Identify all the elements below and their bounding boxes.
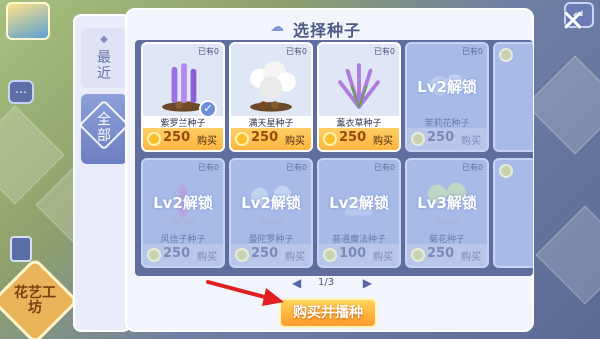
tab-recent[interactable]: ◆ 最近 [81,28,127,88]
price-bar: 250 购买 [143,244,223,266]
tab-all-label: 全部 [97,112,111,144]
seed-price: 250 [251,246,279,261]
seed-price: 250 [427,246,455,261]
cloud-icon: ☁ [270,19,284,35]
babys-breath-seed-icon [250,61,296,112]
player-avatar[interactable] [6,2,50,40]
coin-icon [411,132,425,146]
coin-icon [235,132,249,146]
arrow-icon [206,280,284,306]
coin-icon [147,248,161,262]
buy-button[interactable]: 购买 [285,248,305,263]
seed-card[interactable]: 已有0 满天星种子 250 购买 [229,42,313,152]
unlock-level: Lv2解锁 [417,78,477,96]
seed-card-locked[interactable]: 已有0 Lv2解锁 风信子种子 250 购买 [141,158,225,268]
category-tabs: ◆ 最近 全部 [73,14,131,332]
buy-button[interactable]: 购买 [461,248,481,263]
buy-button[interactable]: 购买 [285,132,305,147]
unlock-level: Lv3解锁 [417,194,477,212]
seed-price: 250 [163,246,191,261]
price-bar: 250 购买 [407,128,487,150]
lavender-seed-icon [338,63,380,109]
price-bar: 100 购买 [319,244,399,266]
panel-title: 选择种子 [293,21,362,40]
seed-price: 100 [339,246,367,261]
coin-icon [147,132,161,146]
seed-price: 250 [427,130,455,145]
seed-card-partial[interactable] [493,42,533,152]
chat-icon[interactable]: ⋯ [8,80,34,104]
pager: ◀ 1/3 ▶ [292,276,372,292]
price-bar: 250 购买 [407,244,487,266]
coin-icon [499,48,513,62]
diamond-icon: ◆ [100,34,108,45]
buy-button[interactable]: 购买 [373,132,393,147]
tab-recent-label: 最近 [97,50,111,82]
seed-card[interactable]: 已有0 ✓ 紫罗兰种子 250 购买 [141,42,225,152]
price-bar: 250 购买 [319,128,399,150]
page-indicator: 1/3 [318,277,335,288]
panel-header: ☁ 选择种子 ✕ [127,7,586,44]
workshop-label: 花艺工坊 [14,285,56,316]
tab-all[interactable]: 全部 [78,94,130,164]
seed-select-panel: ☁ 选择种子 ✕ 已有0 ✓ 紫罗兰种子 250 购买 已有0 满天星种子 25… [125,7,586,332]
buy-button[interactable]: 购买 [461,132,481,147]
price-bar: 250 购买 [143,128,223,150]
unlock-level: Lv2解锁 [153,194,213,212]
price-bar: 250 购买 [231,244,311,266]
seed-card-locked[interactable]: 已有0 Lv2解锁 曼陀罗种子 250 购买 [229,158,313,268]
buy-button[interactable]: 购买 [197,248,217,263]
seed-price: 250 [339,130,367,145]
coin-icon [235,248,249,262]
seed-price: 250 [251,130,279,145]
coin-icon [499,164,513,178]
floor-tile [535,205,600,305]
seed-grid: 已有0 ✓ 紫罗兰种子 250 购买 已有0 满天星种子 250 购买 已有0 … [135,40,533,276]
seed-card-locked[interactable]: 已有0 Lv2解锁 茉莉花种子 250 购买 [405,42,489,152]
seed-price: 250 [163,130,191,145]
floor-tile [525,55,600,155]
coin-icon [323,248,337,262]
stats-icon[interactable] [10,236,32,262]
seed-card[interactable]: 已有0 薰衣草种子 250 购买 [317,42,401,152]
close-button[interactable]: ✕ [556,7,590,38]
buy-button[interactable]: 购买 [197,132,217,147]
unlock-level: Lv2解锁 [329,194,389,212]
seed-card-locked[interactable]: 已有0 Lv3解锁 菊花种子 250 购买 [405,158,489,268]
unlock-level: Lv2解锁 [241,194,301,212]
price-bar: 250 购买 [231,128,311,150]
seed-card-locked[interactable]: 已有0 Lv2解锁 普通魔法种子 100 购买 [317,158,401,268]
next-page-icon[interactable]: ▶ [363,276,372,290]
seed-card-partial[interactable] [493,158,533,268]
coin-icon [411,248,425,262]
buy-button[interactable]: 购买 [373,248,393,263]
coin-icon [323,132,337,146]
